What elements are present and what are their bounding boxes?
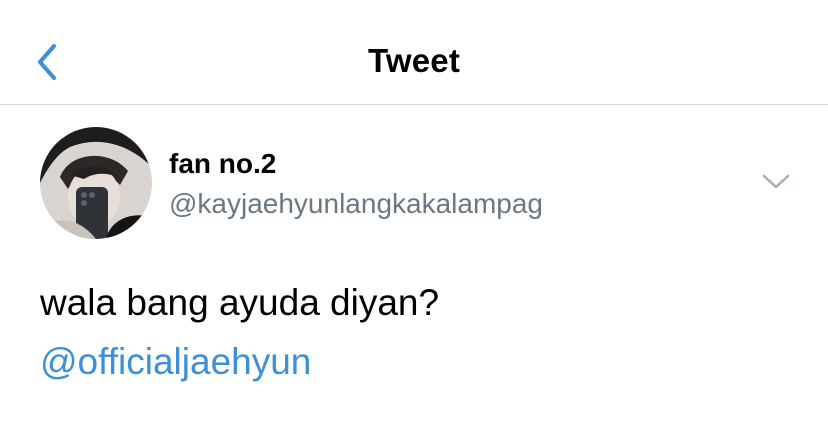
- chevron-down-icon[interactable]: [760, 170, 792, 194]
- avatar[interactable]: [40, 127, 152, 239]
- tweet-text: wala bang ayuda diyan?: [40, 282, 440, 323]
- mention-link[interactable]: @officialjaehyun: [40, 341, 311, 383]
- author-handle[interactable]: @kayjaehyunlangkakalampag: [169, 188, 543, 220]
- top-nav-bar: Tweet: [0, 0, 828, 104]
- author-name[interactable]: fan no.2: [169, 148, 276, 180]
- avatar-photo: [40, 127, 152, 239]
- header-divider: [0, 104, 828, 105]
- page-title: Tweet: [367, 42, 461, 79]
